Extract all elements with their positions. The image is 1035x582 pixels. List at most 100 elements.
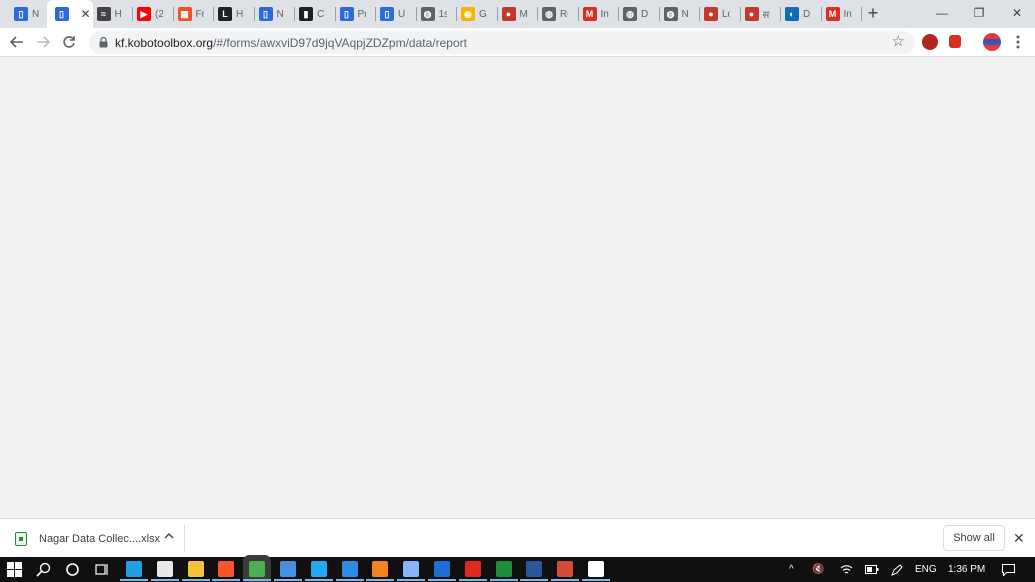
store-icon[interactable] [150,561,179,581]
browser-tab[interactable]: ▯ U [376,3,417,25]
app-icon[interactable] [397,561,426,581]
vscode-icon[interactable] [304,561,333,581]
tab-title: In [600,8,609,20]
browser-tab[interactable]: ▶ (2 [133,3,174,25]
restore-button[interactable]: ❐ [967,4,991,22]
back-button[interactable] [8,33,26,51]
acrobat-icon[interactable] [458,561,487,581]
kobo-icon: ▯ [14,7,28,21]
gmail-icon: M [582,7,597,21]
tab-title: 1s [438,8,447,20]
menu-button[interactable] [1009,33,1027,51]
browser-tab[interactable]: ▯Pr [336,3,376,25]
tab-title: H [236,8,244,20]
word-icon[interactable] [520,561,549,581]
forward-button[interactable] [34,33,52,51]
browser-tab[interactable]: ◍ Re [538,3,579,25]
kobo-icon: ▯ [380,7,394,21]
close-tab-icon[interactable]: ✕ [81,8,91,20]
browser-tab[interactable]: ▯ N [255,3,295,25]
browser-tab[interactable]: ◉ G [457,3,498,25]
brave-icon[interactable] [212,561,241,581]
tab-title: U [398,8,406,20]
image-app-icon[interactable] [428,561,456,581]
browser-tab[interactable]: ▮ C [295,3,336,25]
tab-title: Fr [195,8,204,20]
tab-title: N [681,8,689,20]
profile-avatar[interactable] [983,33,1001,51]
globe-icon: ◍ [420,7,435,21]
bookmark-star-icon[interactable]: ☆ [892,34,905,50]
battery-icon[interactable] [865,557,879,582]
globe-icon: ◍ [663,7,678,21]
chrome-icon[interactable] [243,561,272,581]
browser-tab[interactable]: ▯ ✕ [46,0,93,28]
tab-title: Re [560,8,568,20]
browser-tab[interactable]: ● M [498,3,538,25]
address-bar[interactable]: kf.kobotoolbox.org/#/forms/awxviD97d9jqV… [89,31,915,54]
wifi-icon[interactable] [840,557,853,582]
notification-icon [1002,563,1015,576]
mail-icon[interactable] [335,561,364,581]
tab-strip: ▯N▯✕≈H▶(2▦FrLH▯N▮C▯Pr▯U◍1s◉G●M◍ReMIn◍D◍N… [0,0,1035,28]
browser-toolbar: kf.kobotoolbox.org/#/forms/awxviD97d9jqV… [0,28,1035,57]
browser-tab[interactable]: ▯ N [10,3,51,25]
browser-tab[interactable]: ≈ H [93,3,133,25]
pen-icon[interactable] [891,557,903,582]
round-app-icon[interactable] [274,561,302,581]
minimize-button[interactable]: — [930,4,954,22]
close-shelf-icon[interactable]: ✕ [1013,531,1025,545]
download-item[interactable]: Nagar Data Collec....xlsx [10,525,185,552]
browser-tab[interactable]: ▦ Fr [174,3,214,25]
volume-mute-icon[interactable]: 🔇 [812,557,824,582]
browser-tab[interactable]: ● Lo [700,3,741,25]
browser-tab[interactable]: ◍ D [619,3,660,25]
url-text: kf.kobotoolbox.org/#/forms/awxviD97d9jqV… [115,36,467,50]
back-arrow-icon [10,36,23,48]
youtube-icon: ▶ [137,7,151,21]
download-file-name: Nagar Data Collec....xlsx [39,532,161,545]
browser-tab[interactable]: LH [214,3,255,25]
browser-tab[interactable]: ◍ N [660,3,700,25]
tab-title: D [803,8,811,20]
tray-chevron-icon[interactable]: ^ [789,557,794,582]
clock[interactable]: 1:36 PM [948,557,985,582]
excel-icon[interactable] [489,561,518,581]
app-icon[interactable] [551,561,580,581]
tab-title: M [519,8,528,20]
show-all-button[interactable]: Show all [943,525,1005,551]
tab-title: In [843,8,852,20]
battery-charging-icon [865,565,879,574]
chevron-up-icon[interactable] [164,532,174,540]
windows-start-button[interactable] [7,562,22,577]
url-path: /#/forms/awxviD97d9jqVAqpjZDZpm/data/rep… [213,36,467,50]
file-explorer-icon[interactable] [181,561,210,581]
bookmark-extension-icon[interactable] [949,35,961,48]
language-indicator[interactable]: ENG [915,557,937,582]
avatar-icon: ● [744,7,759,21]
microsoft-icon: ▦ [177,7,192,21]
ublock-extension-icon[interactable] [922,34,938,50]
browser-tab[interactable]: M In [579,3,619,25]
task-view-button[interactable] [94,562,109,577]
new-tab-button[interactable]: + [864,4,882,22]
browser-tab[interactable]: ◍1s [417,3,457,25]
close-window-button[interactable]: ✕ [1005,4,1029,22]
settings-icon[interactable] [582,561,610,581]
cortana-button[interactable] [65,562,80,577]
browser-tab[interactable]: ◐ D [781,3,822,25]
search-icon [36,562,51,577]
notifications-button[interactable] [1002,557,1015,582]
xampp-icon[interactable] [366,561,395,581]
task-view-icon [95,564,108,575]
tab-separator [861,7,862,21]
search-button[interactable] [36,562,51,577]
bar-chart-icon: ▮ [299,7,313,21]
wave-icon: ≈ [96,7,111,21]
edge-icon[interactable] [120,561,148,581]
tab-title: (2 [155,8,163,20]
reload-button[interactable] [60,33,78,51]
browser-tab[interactable]: ● स [741,3,781,25]
avatar-icon: ● [501,7,516,21]
browser-tab[interactable]: M In [822,3,862,25]
